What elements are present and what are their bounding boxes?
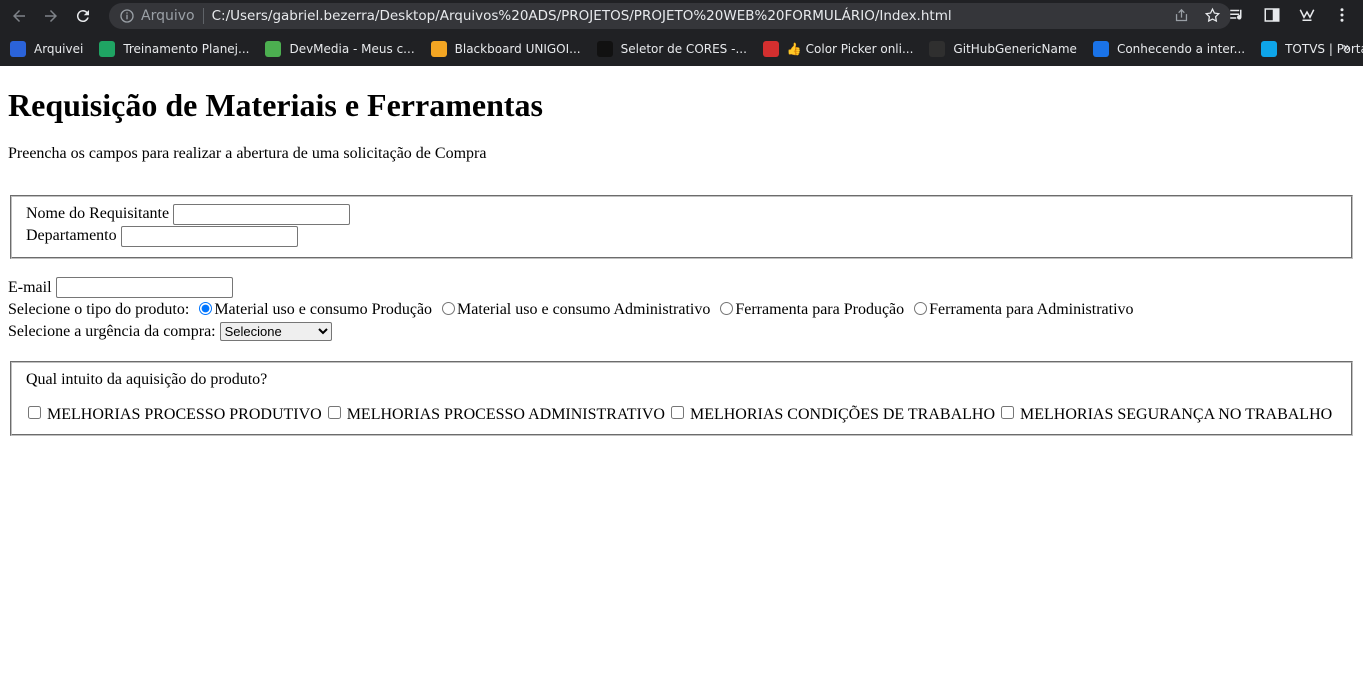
bookmark-label: GitHubGenericName [953,42,1077,56]
bookmarks-bar: Arquivei Treinamento Planej... DevMedia - … [0,32,1363,66]
color-picker-icon [762,41,779,57]
side-panel-icon[interactable] [1263,6,1281,24]
urgency-select[interactable]: Selecione [219,322,332,342]
bookmark-item[interactable]: Blackboard UNIGOI... [430,41,581,57]
product-type-option-label[interactable]: Material uso e consumo Administrativo [457,301,710,318]
intro-text: Preencha os campos para realizar a abert… [8,145,487,162]
bookmark-item[interactable]: Treinamento Planej... [99,41,249,57]
product-type-radio[interactable] [199,301,213,315]
department-label: Departamento [26,226,117,244]
bookmark-label: Seletor de CORES -... [620,42,747,56]
bookmark-star-icon[interactable] [1204,7,1221,24]
product-type-option-label[interactable]: Material uso e consumo Produção [214,301,432,318]
m-logo-icon [596,41,613,57]
bookmark-item[interactable]: Seletor de CORES -... [596,41,747,57]
more-menu-icon[interactable] [1333,6,1351,24]
purpose-question: Qual intuito da aquisição do produto? [26,370,268,388]
department-input[interactable] [120,225,298,247]
media-queue-icon[interactable] [1228,6,1246,24]
bookmark-label: Blackboard UNIGOI... [454,42,581,56]
bookmark-label: Conhecendo a inter... [1116,42,1246,56]
arrow-right-icon [45,10,57,22]
purpose-checkbox[interactable] [1001,405,1015,419]
requester-fieldset: Nome do Requisitante Departamento [10,195,1353,259]
urgency-label: Selecione a urgência da compra: [8,322,216,340]
requester-input[interactable] [173,203,351,225]
email-input[interactable] [55,277,233,299]
address-separator [202,8,204,24]
bookmark-label: Treinamento Planej... [123,42,250,56]
purpose-fieldset: Qual intuito da aquisição do produto? ME… [10,360,1353,436]
product-type-option-label[interactable]: Ferramenta para Administrativo [929,301,1133,318]
bookmark-item[interactable]: DevMedia - Meus c... [265,41,415,57]
bookmark-item[interactable]: GitHubGenericName [929,41,1077,57]
bookmark-label: Arquivei [34,42,84,56]
bookmarks-overflow-button[interactable]: » [1342,40,1351,56]
product-type-radio[interactable] [720,301,734,315]
address-bar[interactable]: Arquivo C:/Users/gabriel.bezerra/Desktop… [109,3,1231,29]
bookmark-label: DevMedia - Meus c... [289,42,415,56]
browser-toolbar: Arquivo C:/Users/gabriel.bezerra/Desktop… [0,0,1363,32]
github-icon [929,41,946,57]
page-content: Requisição de Materiais e Ferramentas Pr… [0,87,1363,436]
arquivei-icon [10,41,26,57]
browser-chrome: Arquivo C:/Users/gabriel.bezerra/Desktop… [0,0,1363,66]
product-type-option-label[interactable]: Ferramenta para Produção [735,301,904,318]
back-button[interactable] [6,3,32,29]
reload-icon [76,10,89,23]
product-type-radio[interactable] [442,301,456,315]
purpose-checkbox[interactable] [670,405,684,419]
page-title: Requisição de Materiais e Ferramentas [8,87,543,123]
purpose-option-label[interactable]: MELHORIAS CONDIÇÕES DE TRABALHO [690,406,995,423]
bookmark-label: TOTVS | Portal - UN... [1285,42,1363,56]
profile-extension-icon[interactable] [1298,6,1316,24]
info-icon[interactable] [119,8,135,24]
address-url[interactable]: C:/Users/gabriel.bezerra/Desktop/Arquivo… [212,8,952,24]
bookmark-item[interactable]: 👍 Color Picker onli... [762,41,914,57]
product-type-group: Selecione o tipo do produto: Material us… [8,299,1355,321]
blackboard-icon [430,41,447,57]
purpose-option-label[interactable]: MELHORIAS SEGURANÇA NO TRABALHO [1020,406,1332,423]
product-type-label: Selecione o tipo do produto: [8,300,190,318]
email-label: E-mail [8,278,52,296]
purpose-checkbox[interactable] [28,405,41,419]
forward-button[interactable] [38,3,64,29]
google-drive-icon [99,41,116,57]
address-scheme-label: Arquivo [141,8,195,24]
purpose-checkbox[interactable] [327,405,341,419]
purpose-option-label[interactable]: MELHORIAS PROCESSO ADMINISTRATIVO [347,406,665,423]
page-icon [1092,41,1109,57]
purpose-option-label[interactable]: MELHORIAS PROCESSO PRODUTIVO [47,406,322,423]
reload-button[interactable] [70,3,96,29]
purpose-checkbox-group: MELHORIAS PROCESSO PRODUTIVO MELHORIAS P… [26,405,1337,424]
product-type-radio[interactable] [914,301,928,315]
arrow-left-icon [13,10,25,22]
share-icon[interactable] [1173,7,1190,24]
totvs-icon [1261,41,1278,57]
bookmark-item[interactable]: Arquivei [10,41,83,57]
bookmark-item[interactable]: Conhecendo a inter... [1092,41,1246,57]
requester-label: Nome do Requisitante [26,205,170,222]
devmedia-icon [265,41,282,57]
bookmark-label: 👍 Color Picker onli... [786,42,914,56]
